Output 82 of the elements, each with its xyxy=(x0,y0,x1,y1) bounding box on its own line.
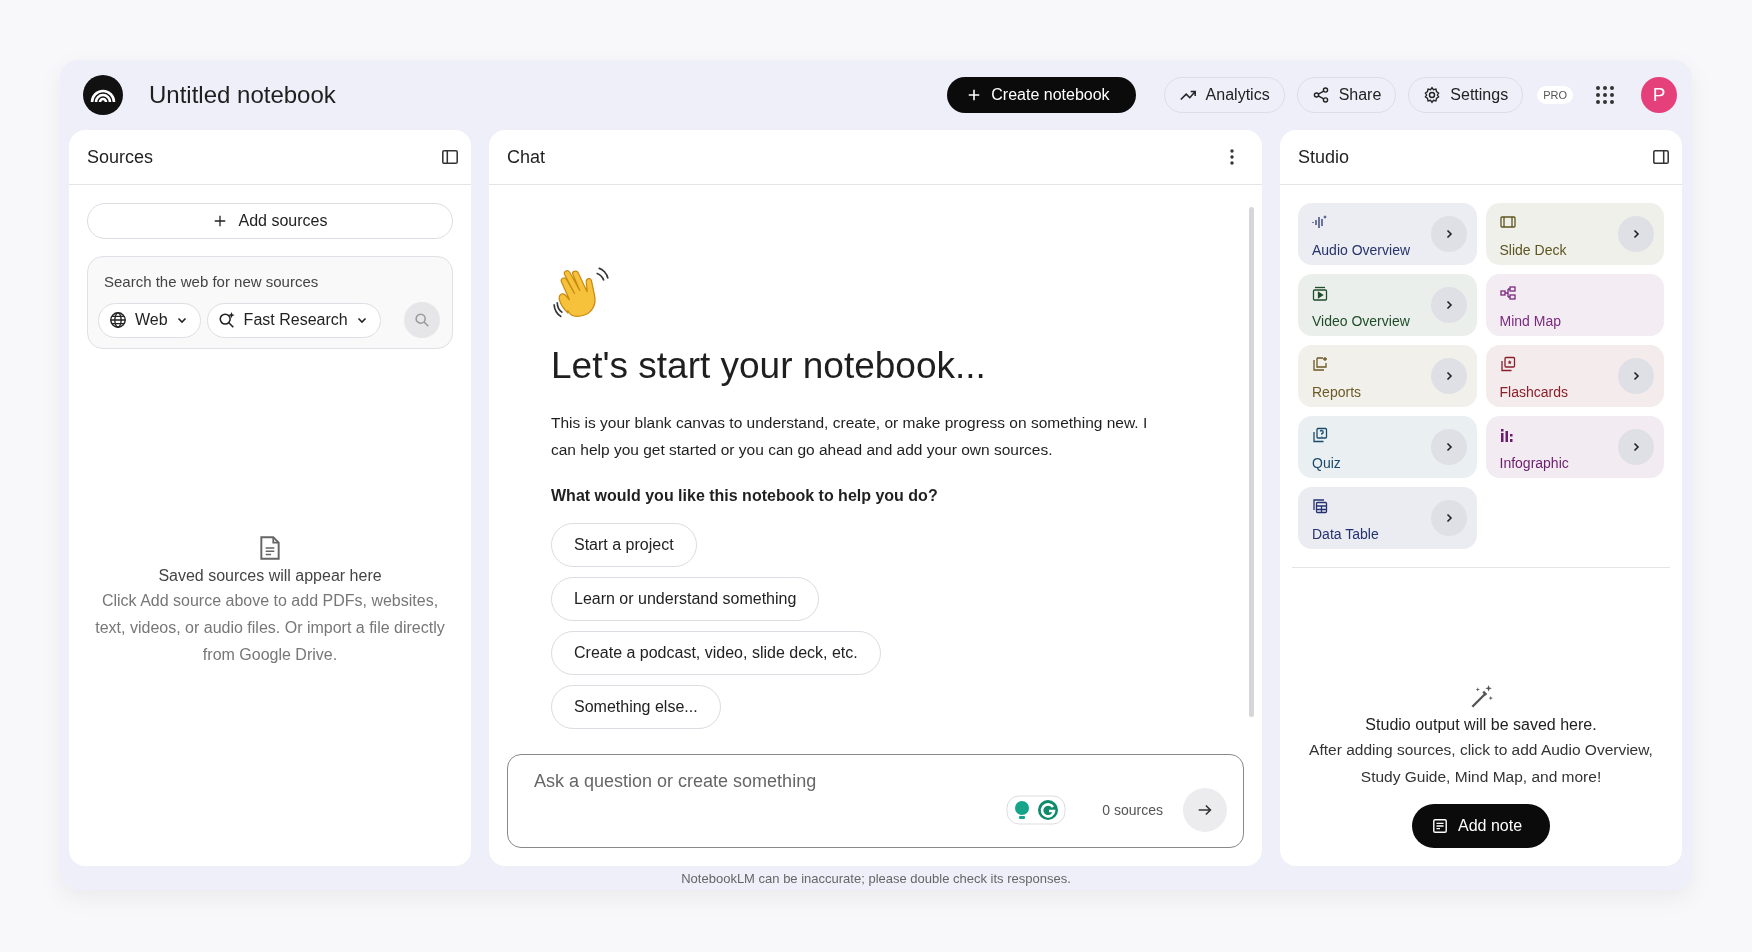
tool-label: Mind Map xyxy=(1499,313,1561,329)
header-action-button[interactable]: Analytics xyxy=(1163,77,1285,113)
chevron-right-icon[interactable] xyxy=(1618,216,1654,252)
tool-icon xyxy=(1312,356,1328,372)
tool-icon xyxy=(1499,214,1516,230)
studio-tile[interactable]: Quiz xyxy=(1298,416,1477,478)
studio-tile[interactable]: Flashcards xyxy=(1485,345,1664,407)
pro-badge: PRO xyxy=(1537,86,1573,104)
panel-title: Chat xyxy=(507,146,546,168)
panel-toggle-icon[interactable] xyxy=(1652,148,1670,166)
suggestion-chip[interactable]: Start a project xyxy=(551,523,697,567)
search-icon xyxy=(413,311,431,329)
suggestion-chip[interactable]: Something else... xyxy=(551,685,721,729)
chevron-right-icon[interactable] xyxy=(1430,429,1467,465)
studio-tile[interactable]: Infographic xyxy=(1485,416,1664,478)
empty-state-title: Studio output will be saved here. xyxy=(1365,716,1597,734)
tool-label: Slide Deck xyxy=(1499,242,1567,258)
panel-title: Studio xyxy=(1298,146,1350,168)
intro-text: This is your blank canvas to understand, create, or make progress on something new. I can help you get started or you can go ahead and add your own sources. xyxy=(551,413,1149,460)
tool-icon xyxy=(1499,356,1516,372)
prompt-question: What would you like this notebook to help you do? xyxy=(551,487,939,505)
tool-icon xyxy=(1312,285,1328,301)
add-sources-button[interactable]: Add sources xyxy=(87,203,453,239)
studio-tile[interactable]: Reports xyxy=(1298,345,1477,407)
studio-tile[interactable]: Video Overview xyxy=(1298,274,1477,336)
globe-icon xyxy=(109,311,127,329)
settings-icon xyxy=(1423,86,1442,104)
web-search-field[interactable]: Search the web for new sources xyxy=(98,269,442,302)
chat-input-box[interactable]: Ask a question or create something 0 sources xyxy=(507,754,1244,848)
studio-tile[interactable]: Slide Deck xyxy=(1485,203,1664,265)
empty-state-text: After adding sources, click to add Audio Overview, Study Guide, Mind Map, and more! xyxy=(1308,740,1654,787)
chevron-right-icon[interactable] xyxy=(1430,500,1467,536)
chevron-right-icon[interactable] xyxy=(1430,216,1467,252)
tool-label: Quiz xyxy=(1312,455,1341,471)
web-search-box[interactable]: Search the web for new sources Web Fast Research xyxy=(87,256,453,349)
tool-icon xyxy=(1312,214,1328,230)
scrollbar[interactable] xyxy=(1249,207,1254,717)
add-note-button[interactable]: Add note xyxy=(1411,804,1551,848)
document-icon xyxy=(259,535,281,561)
tool-label: Infographic xyxy=(1499,455,1569,471)
tool-label: Video Overview xyxy=(1312,313,1410,329)
studio-tile[interactable]: Data Table xyxy=(1298,487,1477,549)
create-notebook-button[interactable]: Create notebook xyxy=(947,77,1136,113)
sparkle-search-icon xyxy=(217,311,236,329)
studio-tile[interactable]: Audio Overview xyxy=(1298,203,1477,265)
plus-icon xyxy=(212,214,227,228)
search-option-dropdown[interactable]: Web xyxy=(98,302,201,338)
tool-label: Flashcards xyxy=(1499,384,1568,400)
tool-label: Audio Overview xyxy=(1312,242,1411,258)
share-icon xyxy=(1311,86,1330,104)
notebook-title[interactable]: Untitled notebook xyxy=(149,81,336,109)
chevron-right-icon[interactable] xyxy=(1618,358,1654,394)
tool-icon xyxy=(1312,427,1328,443)
disclaimer-text: NotebookLM can be inaccurate; please double check its responses. xyxy=(681,870,1071,886)
suggestion-chip[interactable]: Learn or understand something xyxy=(551,577,820,621)
studio-tile[interactable]: Mind Map xyxy=(1485,274,1664,336)
apps-grid-icon[interactable] xyxy=(1595,85,1615,105)
search-option-dropdown[interactable]: Fast Research xyxy=(206,302,381,338)
assistant-extension-icon[interactable] xyxy=(1006,795,1067,825)
header-action-button[interactable]: Share xyxy=(1296,77,1397,113)
tool-icon xyxy=(1499,285,1516,301)
panel-title: Sources xyxy=(87,146,154,168)
header-action-button[interactable]: Settings xyxy=(1408,77,1524,113)
welcome-heading: Let's start your notebook... xyxy=(551,345,987,387)
tool-icon xyxy=(1499,427,1516,443)
panel-toggle-icon[interactable] xyxy=(441,148,459,166)
source-count: 0 sources xyxy=(1102,802,1163,818)
tool-label: Reports xyxy=(1312,384,1362,400)
account-avatar[interactable]: P xyxy=(1641,77,1677,113)
suggestion-chip[interactable]: Create a podcast, video, slide deck, etc. xyxy=(551,631,881,675)
tool-icon xyxy=(1312,498,1328,514)
more-options-icon[interactable] xyxy=(1230,149,1234,165)
tool-label: Data Table xyxy=(1312,526,1379,542)
note-icon xyxy=(1431,818,1448,834)
chevron-right-icon[interactable] xyxy=(1430,358,1467,394)
empty-state-title: Saved sources will appear here xyxy=(158,567,382,585)
chevron-right-icon[interactable] xyxy=(1430,287,1467,323)
logo-icon xyxy=(83,75,123,115)
empty-state-text: Click Add source above to add PDFs, websites, text, videos, or audio files. Or import a file directly from Google Drive. xyxy=(94,591,446,665)
chevron-right-icon[interactable] xyxy=(1618,429,1654,465)
plus-icon xyxy=(967,88,982,102)
search-button[interactable] xyxy=(404,302,440,338)
